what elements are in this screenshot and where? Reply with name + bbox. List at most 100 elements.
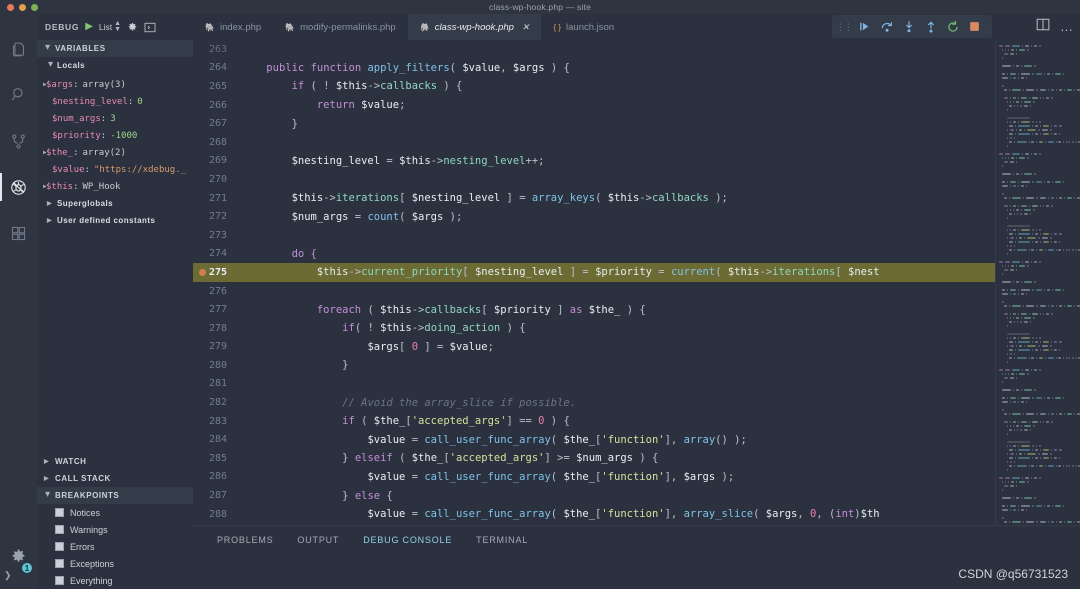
editor-tab[interactable]: 🐘modify-permalinks.php [273, 14, 408, 40]
code-line[interactable]: 280 } [193, 356, 995, 375]
line-number: 288 [193, 509, 241, 520]
code-line[interactable]: 269 $nesting_level = $this->nesting_leve… [193, 152, 995, 171]
close-tab-icon[interactable]: ✕ [522, 22, 530, 33]
code-line[interactable]: 279 $args[ 0 ] = $value; [193, 338, 995, 357]
code-line[interactable]: 283 if ( $the_['accepted_args'] == 0 ) { [193, 412, 995, 431]
code-line[interactable]: 264 public function apply_filters( $valu… [193, 59, 995, 78]
variable-row[interactable]: $nesting_level:0 [37, 93, 193, 110]
code-line[interactable]: 281 [193, 375, 995, 394]
code-text: $value = call_user_func_array( $the_['fu… [241, 434, 995, 446]
line-number: 272 [193, 211, 241, 222]
variable-row[interactable]: $priority:-1000 [37, 127, 193, 144]
notification-badge[interactable]: 1 [21, 562, 33, 574]
code-line[interactable]: 273 [193, 226, 995, 245]
code-line[interactable]: 286 $value = call_user_func_array( $the_… [193, 468, 995, 487]
code-line[interactable]: 266 return $value; [193, 96, 995, 115]
code-line[interactable]: 265 if ( ! $this->callbacks ) { [193, 77, 995, 96]
start-debugging-button[interactable]: ▶ [85, 22, 93, 32]
group-superglobals[interactable]: ▶ Superglobals [37, 195, 193, 212]
variable-row[interactable]: $num_args:3 [37, 110, 193, 127]
panel-tab[interactable]: TERMINAL [476, 535, 528, 545]
editor-tab-label: class-wp-hook.php [435, 22, 514, 33]
code-line[interactable]: 263 [193, 40, 995, 59]
debug-config-dropdown[interactable]: List ▲▼ [99, 21, 121, 34]
variable-row[interactable]: $value:"https://xdebug._ [37, 161, 193, 178]
code-line[interactable]: 282 // Avoid the array_slice if possible… [193, 393, 995, 412]
editor-tab[interactable]: 🐘class-wp-hook.php✕ [408, 14, 542, 40]
debug-settings-gear-icon[interactable] [127, 22, 138, 33]
extensions-icon[interactable] [0, 210, 37, 256]
breakpoint-checkbox[interactable] [55, 576, 64, 585]
search-icon[interactable] [0, 72, 37, 118]
breakpoint-item[interactable]: Errors [37, 538, 193, 555]
open-debug-console-icon[interactable] [144, 22, 156, 33]
step-out-icon[interactable] [921, 17, 940, 36]
code-line[interactable]: 268 [193, 133, 995, 152]
debug-panel-title: DEBUG [45, 22, 79, 32]
group-user-constants[interactable]: ▶ User defined constants [37, 212, 193, 229]
chevron-right-icon[interactable]: ▶ [37, 81, 46, 88]
editor-scrollbar[interactable] [995, 40, 1080, 525]
breakpoint-checkbox[interactable] [55, 508, 64, 517]
variable-row[interactable]: ▶$this:WP_Hook [37, 178, 193, 195]
section-watch[interactable]: ▶ WATCH [37, 453, 193, 470]
code-line[interactable]: 278 if( ! $this->doing_action ) { [193, 319, 995, 338]
debug-lower-sections: ▶ WATCH ▶ CALL STACK ▶ BREAKPOINTS Notic… [37, 453, 193, 589]
split-editor-icon[interactable] [1036, 18, 1050, 36]
section-breakpoints[interactable]: ▶ BREAKPOINTS [37, 487, 193, 504]
breakpoint-checkbox[interactable] [55, 542, 64, 551]
breakpoint-item[interactable]: Everything [37, 572, 193, 589]
section-call-stack[interactable]: ▶ CALL STACK [37, 470, 193, 487]
panel-expand-caret-icon[interactable]: ❯ [4, 570, 12, 581]
more-actions-icon[interactable]: … [1060, 23, 1074, 31]
code-line[interactable]: 271 $this->iterations[ $nesting_level ] … [193, 189, 995, 208]
breakpoint-label: Errors [70, 542, 95, 552]
debug-icon[interactable] [0, 164, 37, 210]
breakpoint-list: NoticesWarnings Errors ExceptionsEverythin… [37, 504, 193, 589]
step-into-icon[interactable] [899, 17, 918, 36]
code-line[interactable]: 277 foreach ( $this->callbacks[ $priorit… [193, 300, 995, 319]
panel-tab[interactable]: DEBUG CONSOLE [363, 535, 452, 545]
editor-tab[interactable]: 🐘index.php [193, 14, 273, 40]
breakpoint-item[interactable]: Warnings [37, 521, 193, 538]
restart-icon[interactable] [943, 17, 962, 36]
code-line[interactable]: 276 [193, 282, 995, 301]
code-line[interactable]: 270 [193, 170, 995, 189]
code-line-current[interactable]: 275 $this->current_priority[ $nesting_le… [193, 263, 995, 282]
breakpoint-item[interactable]: Notices [37, 504, 193, 521]
php-icon: 🐘 [285, 23, 295, 32]
breakpoint-checkbox[interactable] [55, 525, 64, 534]
editor-tab[interactable]: { }launch.json [541, 14, 626, 40]
breakpoint-marker-icon[interactable] [199, 269, 206, 276]
source-control-icon[interactable] [0, 118, 37, 164]
section-variables[interactable]: ▶ VARIABLES [37, 40, 193, 57]
breakpoint-item[interactable]: Exceptions [37, 555, 193, 572]
code-line[interactable]: 284 $value = call_user_func_array( $the_… [193, 430, 995, 449]
code-text: $nesting_level = $this->nesting_level++; [241, 155, 995, 167]
code-line[interactable]: 272 $num_args = count( $args ); [193, 207, 995, 226]
code-line[interactable]: 287 } else { [193, 486, 995, 505]
breakpoint-checkbox[interactable] [55, 559, 64, 568]
code-line[interactable]: 288 $value = call_user_func_array( $the_… [193, 505, 995, 524]
chevron-right-icon[interactable]: ▶ [37, 149, 46, 156]
chevron-right-icon[interactable]: ▶ [37, 183, 46, 190]
variable-row[interactable]: ▶$the_:array(2) [37, 144, 193, 161]
watermark-text: CSDN @q56731523 [958, 567, 1068, 581]
panel-tab[interactable]: PROBLEMS [217, 535, 273, 545]
variable-value: 0 [133, 97, 142, 107]
code-line[interactable]: 274 do { [193, 245, 995, 264]
variable-row[interactable]: ▶$args:array(3) [37, 76, 193, 93]
code-line[interactable]: 285 } elseif ( $the_['accepted_args'] >=… [193, 449, 995, 468]
code-editor[interactable]: 263264 public function apply_filters( $v… [193, 40, 1080, 525]
step-over-icon[interactable] [877, 17, 896, 36]
line-number: 268 [193, 137, 241, 148]
code-line[interactable]: 267 } [193, 114, 995, 133]
group-locals[interactable]: ▶ Locals [37, 57, 193, 74]
continue-icon[interactable] [855, 17, 874, 36]
debug-sidebar-header: DEBUG ▶ List ▲▼ [37, 14, 193, 40]
panel-tab[interactable]: OUTPUT [297, 535, 339, 545]
code-lines[interactable]: 263264 public function apply_filters( $v… [193, 40, 995, 525]
explorer-icon[interactable] [0, 26, 37, 72]
stop-icon[interactable] [965, 17, 984, 36]
drag-handle-icon[interactable]: ⋮⋮ [836, 24, 852, 30]
